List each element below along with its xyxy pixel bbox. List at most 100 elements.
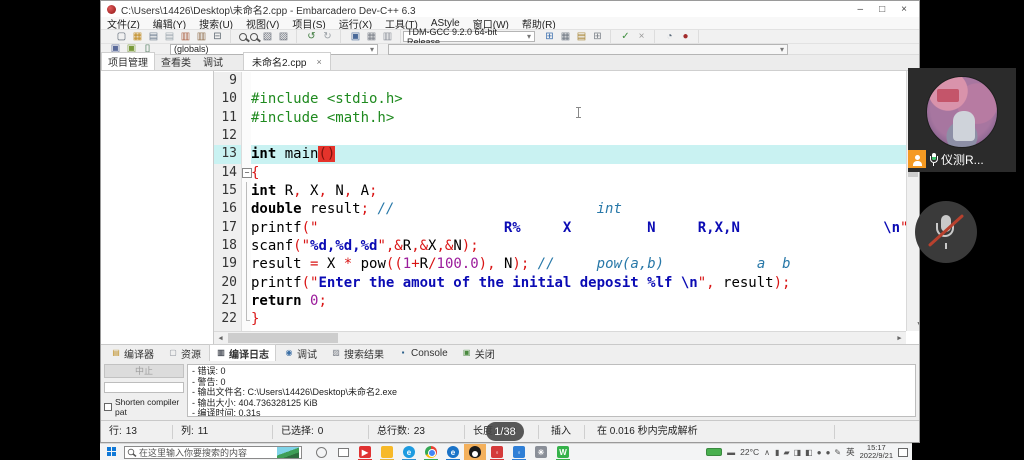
meeting-video-thumbnail[interactable]: 仪测R... (908, 68, 1016, 172)
fold-end-icon[interactable] (242, 310, 251, 328)
output-tab-编译器[interactable]: ▤编译器 (105, 345, 160, 362)
code-line[interactable]: 19result = X * pow((1+R/100.0), N); // p… (214, 255, 906, 273)
replace-icon[interactable]: ▧ (261, 31, 274, 43)
fold-mid-icon[interactable] (242, 274, 251, 292)
save-icon[interactable]: ▤ (147, 31, 160, 43)
output-tab-资源[interactable]: ▢资源 (162, 345, 207, 362)
code-line[interactable]: 17printf(" R% X N R,X,N \n" (214, 219, 906, 237)
fold-mid-icon[interactable] (242, 292, 251, 310)
profile-icon[interactable]: ◔ (663, 31, 676, 43)
editor-tab-unnamed2[interactable]: 未命名2.cpp × (243, 52, 331, 70)
undo-icon[interactable]: ↺ (305, 31, 318, 43)
package-icon[interactable]: ▥ (381, 31, 394, 43)
wechat-green[interactable]: W (552, 444, 574, 460)
compile-icon[interactable]: ⊞ (543, 31, 556, 43)
tencent-meeting[interactable]: ◦ (486, 444, 508, 460)
cortana-button[interactable] (310, 444, 332, 460)
tray-expand-chevron[interactable]: ∧ (764, 448, 770, 457)
output-tab-搜索结果[interactable]: ▨搜索结果 (325, 345, 390, 362)
chrome-browser[interactable] (420, 444, 442, 460)
temperature-readout[interactable]: 22°C (740, 447, 759, 457)
fold-mid-icon[interactable] (242, 255, 251, 273)
members-dropdown[interactable]: ▾ (388, 44, 788, 55)
code-line[interactable]: 15int R, X, N, A; (214, 182, 906, 200)
scroll-right-icon[interactable]: ▶ (893, 332, 906, 344)
save-as-icon[interactable]: ▤ (163, 31, 176, 43)
print-icon[interactable]: ⊟ (211, 31, 224, 43)
syntax-check-icon[interactable]: ✓ (619, 31, 632, 43)
fold-mid-icon[interactable] (242, 200, 251, 218)
tray-qq1-icon[interactable]: ● (817, 448, 822, 457)
code-line[interactable]: 18scanf("%d,%d,%d",&R,&X,&N); (214, 237, 906, 255)
ime-indicator[interactable]: 英 (846, 446, 855, 458)
hscroll-thumb[interactable] (228, 333, 338, 343)
new-file-icon[interactable]: ▢ (115, 31, 128, 43)
minimize-button[interactable]: – (858, 4, 864, 15)
maximize-button[interactable]: □ (879, 4, 885, 15)
goto-line-icon[interactable]: ▨ (277, 31, 290, 43)
scroll-left-icon[interactable]: ◀ (214, 332, 227, 344)
mute-microphone-button[interactable] (915, 201, 977, 263)
settings-app[interactable]: ✳ (530, 444, 552, 460)
start-button[interactable] (100, 447, 124, 457)
sidebar-tab-查看类[interactable]: 查看类 (155, 53, 197, 70)
tray-folder-icon[interactable]: ▰ (783, 448, 789, 457)
code-line[interactable]: 11#include <math.h> (214, 109, 906, 127)
compile-run-icon[interactable]: ▤ (575, 31, 588, 43)
abort-compile-icon[interactable]: × (635, 31, 648, 43)
code-line[interactable]: 21return 0; (214, 292, 906, 310)
code-line[interactable]: 10#include <stdio.h> (214, 90, 906, 108)
edge-browser[interactable]: e (398, 444, 420, 460)
close-file-icon[interactable]: ▥ (195, 31, 208, 43)
code-line[interactable]: 16double result; // int (214, 200, 906, 218)
notification-center-icon[interactable] (898, 448, 908, 457)
project-options-icon[interactable]: ▦ (365, 31, 378, 43)
code-line[interactable]: 14{ (214, 164, 906, 182)
compile-log-output[interactable]: - 错误: 0- 警告: 0- 输出文件名: C:\Users\14426\De… (187, 364, 916, 417)
redo-icon[interactable]: ↻ (321, 31, 334, 43)
tray-display-icon[interactable]: ◨ (794, 448, 802, 457)
code-line[interactable]: 9 (214, 72, 906, 90)
output-tab-关闭[interactable]: ▣关闭 (456, 345, 501, 362)
code-line[interactable]: 22} (214, 310, 906, 328)
output-tab-调试[interactable]: ◉调试 (278, 345, 323, 362)
tray-mic-icon[interactable]: ▮ (775, 448, 779, 457)
task-view-button[interactable] (332, 444, 354, 460)
code-line[interactable]: 20printf("Enter the amout of the initial… (214, 274, 906, 292)
tray-volume-icon[interactable]: ◧ (805, 448, 813, 457)
ie-browser[interactable]: e (442, 444, 464, 460)
code-line[interactable]: 12 (214, 127, 906, 145)
checkbox-icon[interactable] (104, 403, 112, 411)
tray-qq2-icon[interactable]: ● (826, 448, 831, 457)
code-line[interactable]: 13int main() (214, 145, 906, 163)
fold-start-icon[interactable] (242, 164, 251, 182)
add-watch-icon[interactable]: ▣ (349, 31, 362, 43)
run-icon[interactable]: ▦ (559, 31, 572, 43)
fold-mid-icon[interactable] (242, 237, 251, 255)
close-button[interactable]: × (901, 4, 907, 15)
save-all-icon[interactable]: ▥ (179, 31, 192, 43)
project-browser-panel[interactable] (101, 71, 214, 344)
output-tab-编译日志[interactable]: ▥编译日志 (209, 344, 276, 363)
compiler-config-dropdown[interactable]: TDM-GCC 9.2.0 64-bit Release▾ (403, 31, 535, 42)
tray-pen-icon[interactable]: ✎ (834, 448, 841, 457)
sidebar-tab-调试[interactable]: 调试 (197, 53, 229, 70)
fold-mid-icon[interactable] (242, 182, 251, 200)
file-explorer[interactable] (376, 444, 398, 460)
tab-close-icon[interactable]: × (316, 57, 321, 67)
find-in-files-icon[interactable] (250, 33, 258, 41)
scroll-down-icon[interactable]: ▼ (913, 318, 919, 331)
rebuild-all-icon[interactable]: ⊞ (591, 31, 604, 43)
shorten-paths-option[interactable]: Shorten compiler pat (104, 397, 184, 417)
horizontal-scrollbar[interactable]: ◀ ▶ (214, 331, 906, 344)
delete-profile-icon[interactable]: ● (679, 31, 692, 43)
wps-cloud[interactable]: ◦ (508, 444, 530, 460)
open-file-icon[interactable]: ▦ (131, 31, 144, 43)
code-editor[interactable]: 910#include <stdio.h>11#include <math.h>… (214, 71, 919, 344)
abort-button[interactable]: 中止 (104, 364, 184, 378)
find-icon[interactable] (239, 33, 247, 41)
qq-app[interactable] (464, 444, 486, 460)
output-tab-Console[interactable]: ▪Console (392, 347, 454, 360)
pinned-app-video[interactable]: ▶ (354, 444, 376, 460)
taskbar-clock[interactable]: 15:17 2022/9/21 (860, 444, 893, 460)
